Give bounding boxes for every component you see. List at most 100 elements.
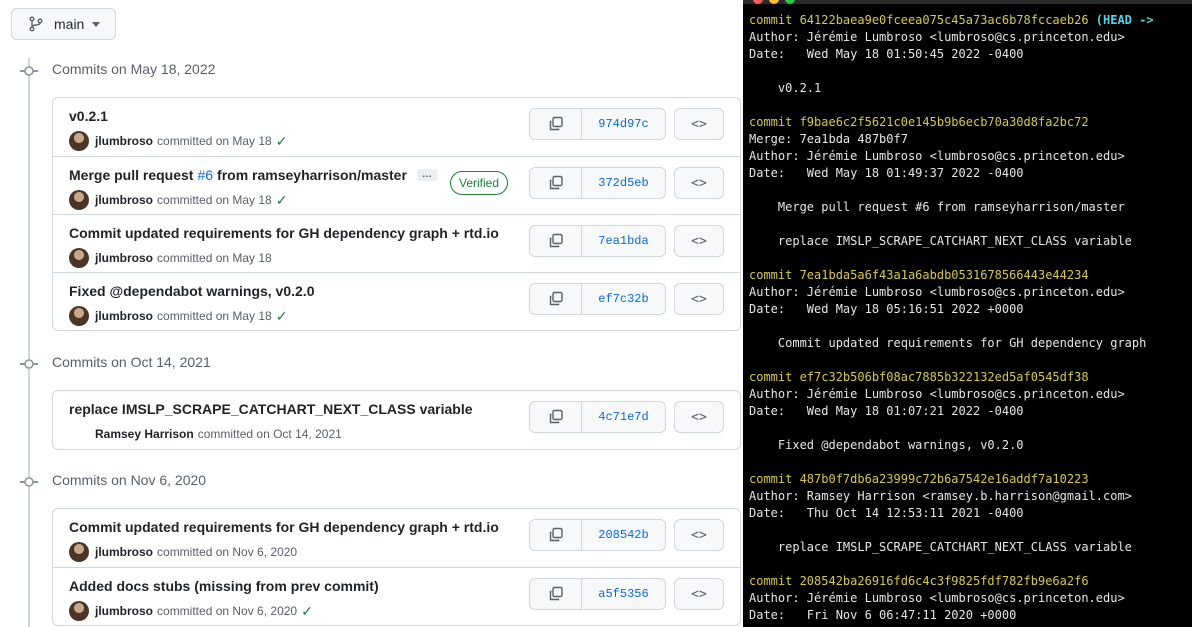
avatar[interactable] <box>69 190 89 210</box>
git-log-line: Author: Ramsey Harrison <ramsey.b.harris… <box>749 489 1132 503</box>
minimize-window-icon[interactable] <box>769 0 779 4</box>
git-log-line <box>749 420 1154 437</box>
commit-sha-link[interactable]: 208542b <box>582 520 665 550</box>
terminal-titlebar <box>743 0 1192 4</box>
commit-title-line: Merge pull request #6 from ramseyharrison/… <box>69 167 437 183</box>
commit-sha-link[interactable]: 974d97c <box>582 109 665 139</box>
commit-list: replace IMSLP_SCRAPE_CATCHART_NEXT_CLASS… <box>52 390 741 450</box>
avatar[interactable] <box>69 424 89 444</box>
github-commits-pane: main Commits on May 18, 2022 v0.2.1 jlumbr… <box>0 0 743 627</box>
git-log-commit-line: commit 208542ba26916fd6c4c3f9825fdf782fb… <box>749 573 1154 590</box>
browse-repo-button[interactable]: <> <box>674 283 724 315</box>
terminal-pane: commit 64122baea9e0fceea075c45a73ac6b78f… <box>743 0 1192 627</box>
check-status-icon[interactable]: ✓ <box>276 133 288 150</box>
commit-title[interactable]: v0.2.1 <box>69 108 108 124</box>
commit-title[interactable]: replace IMSLP_SCRAPE_CATCHART_NEXT_CLASS… <box>69 401 473 417</box>
commit-sha-link[interactable]: 4c71e7d <box>582 402 665 432</box>
git-log-line: replace IMSLP_SCRAPE_CATCHART_NEXT_CLASS… <box>749 540 1132 554</box>
copy-sha-button[interactable] <box>530 579 582 609</box>
verified-badge[interactable]: Verified <box>450 171 509 195</box>
sha-button-group: 208542b <box>529 519 666 551</box>
commit-meta: jlumbroso committed on Nov 6, 2020 ✓ <box>69 601 313 621</box>
browse-repo-button[interactable]: <> <box>674 108 724 140</box>
commit-sha-link[interactable]: 7ea1bda <box>582 226 665 256</box>
copy-sha-button[interactable] <box>530 226 582 256</box>
sha-button-group: 4c71e7d <box>529 401 666 433</box>
zoom-window-icon[interactable] <box>785 0 795 4</box>
commit-author[interactable]: jlumbroso <box>95 134 153 148</box>
commit-list: Commit updated requirements for GH depen… <box>52 508 741 626</box>
commit-hash-text: commit 64122baea9e0fceea075c45a73ac6b78f… <box>749 13 1089 27</box>
commit-row: Commit updated requirements for GH depen… <box>53 509 740 567</box>
commit-hash-text: commit 208542ba26916fd6c4c3f9825fdf782fb… <box>749 574 1089 588</box>
git-log-commit-line: commit 7ea1bda5a6f43a1a6abdb053167856644… <box>749 267 1154 284</box>
git-log-line: Date: Wed May 18 01:07:21 2022 -0400 <box>749 404 1024 418</box>
sha-button-group: 7ea1bda <box>529 225 666 257</box>
browse-repo-button[interactable]: <> <box>674 578 724 610</box>
copy-sha-button[interactable] <box>530 168 582 198</box>
head-ref-text: (HEAD -> <box>1088 13 1154 27</box>
commit-title[interactable]: Added docs stubs (missing from prev comm… <box>69 578 379 594</box>
branch-label: main <box>54 16 85 32</box>
commit-title[interactable]: Fixed @dependabot warnings, v0.2.0 <box>69 283 315 299</box>
browse-repo-button[interactable]: <> <box>674 225 724 257</box>
git-commit-icon <box>20 477 38 487</box>
commit-title[interactable]: Merge pull request <box>69 167 193 183</box>
browse-repo-button[interactable]: <> <box>674 401 724 433</box>
commit-sha-link[interactable]: a5f5356 <box>582 579 665 609</box>
copy-icon <box>549 291 563 306</box>
git-log-line: Fixed @dependabot warnings, v0.2.0 <box>749 438 1024 452</box>
check-status-icon[interactable]: ✓ <box>276 192 288 209</box>
avatar[interactable] <box>69 306 89 326</box>
avatar[interactable] <box>69 248 89 268</box>
window-controls <box>753 0 795 4</box>
commit-title-suffix[interactable]: from ramseyharrison/master <box>217 167 407 183</box>
check-status-icon[interactable]: ✓ <box>301 603 313 620</box>
commit-sha-link[interactable]: 372d5eb <box>582 168 665 198</box>
copy-sha-button[interactable] <box>530 109 582 139</box>
commit-row: Added docs stubs (missing from prev comm… <box>53 567 740 625</box>
copy-sha-button[interactable] <box>530 402 582 432</box>
avatar[interactable] <box>69 601 89 621</box>
commit-author[interactable]: jlumbroso <box>95 251 153 265</box>
branch-selector-button[interactable]: main <box>11 8 116 40</box>
git-log-line <box>749 97 1154 114</box>
copy-icon <box>549 233 563 248</box>
check-status-icon[interactable]: ✓ <box>276 308 288 325</box>
commit-title-line: Commit updated requirements for GH depen… <box>69 519 499 535</box>
avatar[interactable] <box>69 131 89 151</box>
copy-icon <box>549 527 563 542</box>
commit-title-line: Fixed @dependabot warnings, v0.2.0 <box>69 283 315 299</box>
copy-icon <box>549 175 563 190</box>
commit-title[interactable]: Commit updated requirements for GH depen… <box>69 519 499 535</box>
browse-repo-button[interactable]: <> <box>674 167 724 199</box>
browse-repo-button[interactable]: <> <box>674 519 724 551</box>
commit-author[interactable]: jlumbroso <box>95 604 153 618</box>
avatar[interactable] <box>69 542 89 562</box>
commit-list: v0.2.1 jlumbroso committed on May 18 ✓ 974d9… <box>52 97 741 331</box>
commit-author[interactable]: Ramsey Harrison <box>95 427 194 441</box>
pull-request-link[interactable]: #6 <box>197 167 213 183</box>
commit-row: v0.2.1 jlumbroso committed on May 18 ✓ 974d9… <box>53 98 740 156</box>
sha-button-group: 372d5eb <box>529 167 666 199</box>
commit-author[interactable]: jlumbroso <box>95 309 153 323</box>
commit-title[interactable]: Commit updated requirements for GH depen… <box>69 225 499 241</box>
git-log-line <box>749 182 1154 199</box>
close-window-icon[interactable] <box>753 0 763 4</box>
git-log-line: Merge: 7ea1bda 487b0f7 <box>749 132 908 146</box>
git-log-line <box>749 352 1154 369</box>
commit-row: Commit updated requirements for GH depen… <box>53 214 740 272</box>
commit-hash-text: commit 487b0f7db6a23999c72b6a7542e16addf… <box>749 472 1089 486</box>
copy-sha-button[interactable] <box>530 284 582 314</box>
commit-author[interactable]: jlumbroso <box>95 193 153 207</box>
git-commit-icon <box>20 359 38 369</box>
expand-message-button[interactable]: … <box>416 169 437 181</box>
commit-date: committed on Nov 6, 2020 <box>157 604 298 618</box>
copy-sha-button[interactable] <box>530 520 582 550</box>
git-log-line <box>749 250 1154 267</box>
commit-sha-link[interactable]: ef7c32b <box>582 284 665 314</box>
commit-title-line: Commit updated requirements for GH depen… <box>69 225 499 241</box>
commit-meta: jlumbroso committed on May 18 <box>69 248 272 268</box>
commit-title-line: v0.2.1 <box>69 108 108 124</box>
commit-author[interactable]: jlumbroso <box>95 545 153 559</box>
